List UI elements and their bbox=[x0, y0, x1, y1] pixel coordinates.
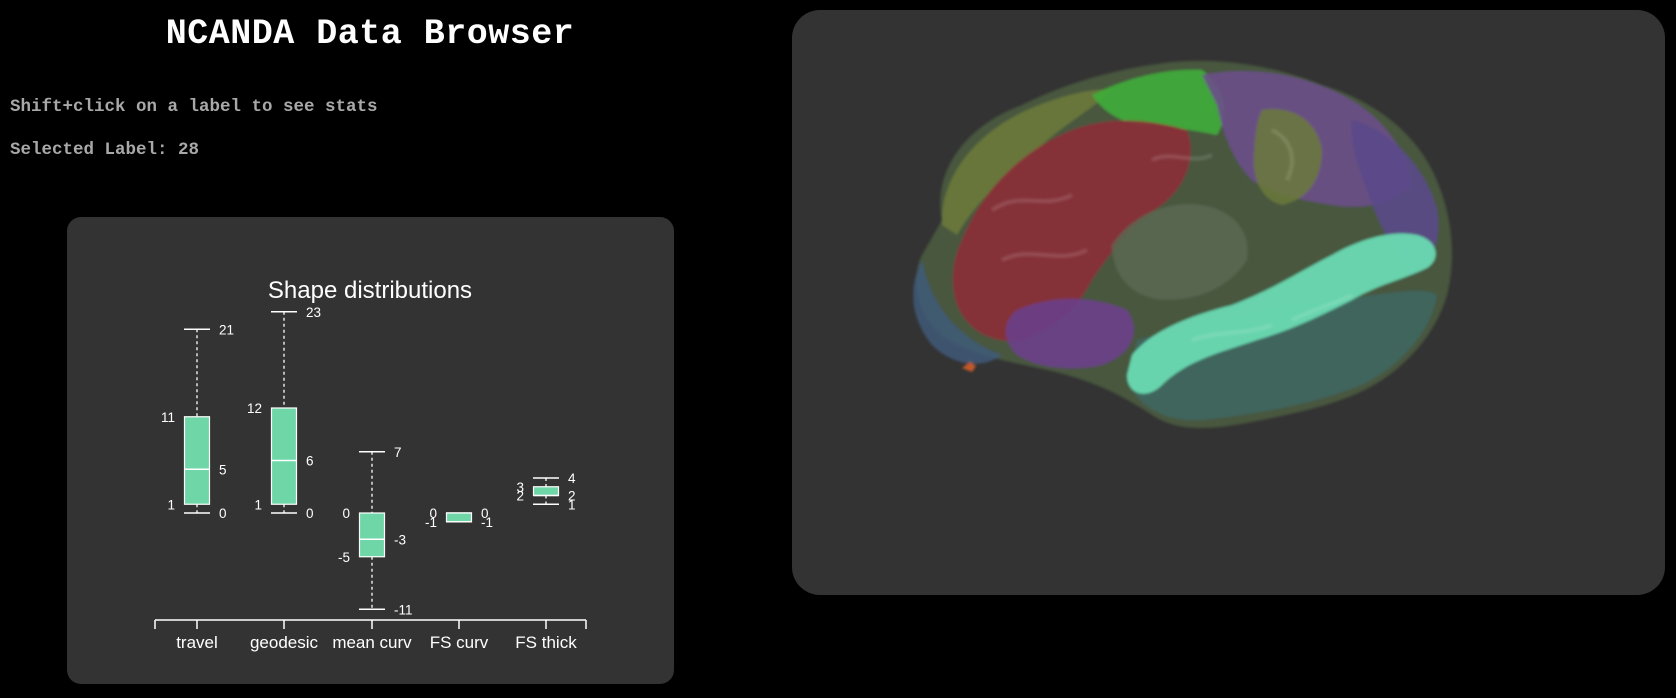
value-label: 2 bbox=[516, 489, 524, 504]
x-tick-label: travel bbox=[176, 633, 218, 652]
brain-icon[interactable] bbox=[913, 60, 1452, 429]
value-label: 21 bbox=[219, 322, 234, 337]
value-label: -5 bbox=[338, 550, 350, 565]
box-fs-curv bbox=[445, 512, 473, 523]
value-label: 6 bbox=[306, 454, 314, 469]
box-mean-curv bbox=[358, 512, 386, 558]
value-label: 7 bbox=[394, 445, 402, 460]
box-geodesic bbox=[270, 407, 298, 505]
boxplot-chart: Shape distributions 2111510231261070-3-5… bbox=[154, 277, 587, 652]
value-label: 0 bbox=[342, 506, 350, 521]
value-label: 12 bbox=[247, 401, 262, 416]
chart-marks: 2111510231261070-3-5-110 0-1 -132421travel… bbox=[154, 305, 587, 652]
page-title: NCANDA Data Browser bbox=[165, 14, 575, 54]
value-label: 1 bbox=[254, 497, 262, 512]
value-label: -3 bbox=[394, 532, 406, 547]
shape-distributions-panel: Shape distributions 21 11 5 1 0 23 12 6 1 0 7 0 -3 -5… bbox=[67, 217, 674, 684]
value-label: 23 bbox=[306, 305, 321, 320]
value-label: 5 bbox=[219, 462, 227, 477]
value-label: 0 bbox=[219, 506, 227, 521]
brain-surface-render[interactable] bbox=[792, 10, 1665, 595]
value-label: 4 bbox=[568, 471, 576, 486]
value-label: 0 bbox=[306, 506, 314, 521]
box-fs-thick bbox=[532, 486, 560, 497]
selected-label-text: Selected Label: 28 bbox=[10, 140, 200, 160]
value-label: 11 bbox=[161, 410, 175, 425]
x-tick-label: geodesic bbox=[250, 633, 319, 652]
instruction-text: Shift+click on a label to see stats bbox=[10, 97, 378, 117]
x-tick-label: FS curv bbox=[430, 633, 489, 652]
value-label: -1 bbox=[425, 515, 437, 530]
box-travel bbox=[183, 416, 211, 505]
brain-3d-viewer[interactable] bbox=[792, 10, 1665, 595]
value-label: -11 bbox=[394, 602, 413, 617]
chart-title: Shape distributions bbox=[268, 277, 472, 304]
value-label: 1 bbox=[568, 497, 576, 512]
value-label: -1 bbox=[481, 515, 493, 530]
x-tick-label: mean curv bbox=[332, 633, 412, 652]
x-tick-label: FS thick bbox=[515, 633, 577, 652]
region-pars-opercularis bbox=[1005, 298, 1134, 369]
value-label: 1 bbox=[167, 497, 175, 512]
